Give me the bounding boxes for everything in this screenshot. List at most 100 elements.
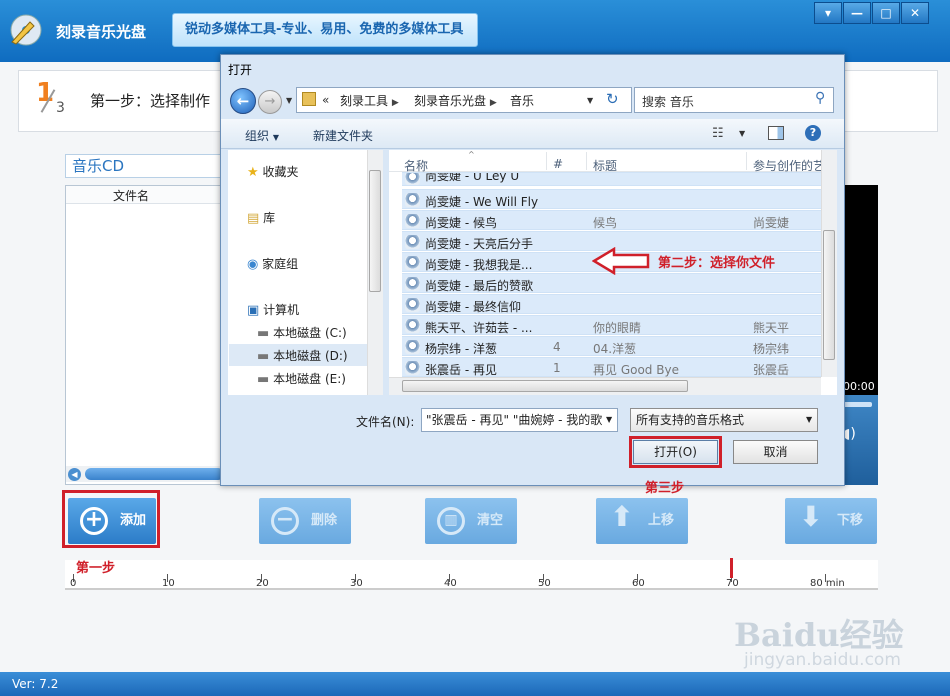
organize-menu[interactable]: 组织 ▼ (245, 127, 279, 144)
nav-item-drive-d[interactable]: ▬ 本地磁盘 (D:) (257, 347, 348, 364)
file-row[interactable]: 尚雯婕 - U Ley U (402, 172, 822, 186)
track-list[interactable] (65, 185, 225, 485)
file-row[interactable]: 尚雯婕 - We Will Fly (402, 189, 822, 209)
trash-icon: ▥ (437, 507, 465, 535)
file-name: 杨宗纬 - 洋葱 (425, 342, 497, 356)
file-name: 张震岳 - 再见 (425, 363, 497, 377)
new-folder-button[interactable]: 新建文件夹 (313, 127, 373, 144)
file-name: 尚雯婕 - We Will Fly (425, 195, 539, 209)
file-row[interactable]: 熊天平、许茹芸 - ... 你的眼睛 熊天平 (402, 315, 822, 335)
ruler-label: 10 (162, 578, 175, 589)
file-name: 尚雯婕 - U Ley U (425, 172, 520, 183)
file-name: 尚雯婕 - 候鸟 (425, 216, 497, 230)
file-list-hscroll-thumb[interactable] (402, 380, 688, 392)
computer-icon: ▣ (247, 303, 260, 318)
breadcrumb-item[interactable]: 音乐 (510, 92, 534, 109)
file-title: 你的眼睛 (593, 321, 642, 335)
file-row[interactable]: 尚雯婕 - 最终信仰 (402, 294, 822, 314)
dialog-title: 打开 (228, 63, 253, 77)
menu-dropdown-button[interactable]: ▾ (814, 2, 842, 24)
search-icon[interactable]: ⚲ (815, 90, 825, 106)
organize-label: 组织 (245, 129, 270, 143)
help-icon[interactable]: ? (805, 125, 821, 141)
audio-file-icon (405, 361, 420, 375)
arrow-down-icon: ⬇ (799, 500, 823, 533)
nav-item-drive-c[interactable]: ▬ 本地磁盘 (C:) (257, 324, 347, 341)
clear-button[interactable]: ▥ 清空 (425, 498, 517, 544)
nav-item-libraries[interactable]: ▤ 库 (247, 209, 275, 226)
chevron-right-icon[interactable]: ▶ (490, 98, 497, 108)
track-list-scroll-thumb[interactable] (85, 468, 224, 480)
column-separator[interactable] (546, 152, 547, 170)
arrow-up-icon: ⬆ (610, 500, 634, 533)
chevron-right-icon[interactable]: ▶ (392, 98, 399, 108)
nav-item-favorites[interactable]: ★ 收藏夹 (247, 163, 299, 180)
refresh-icon[interactable]: ↻ (606, 90, 619, 108)
preview-pane-icon[interactable] (768, 126, 784, 140)
audio-file-icon (405, 214, 420, 228)
cancel-button[interactable]: 取消 (733, 440, 818, 464)
file-list-scroll-thumb[interactable] (823, 230, 835, 360)
sort-ascending-icon: ^ (468, 150, 475, 159)
maximize-button[interactable]: □ (872, 2, 900, 24)
ruler-label: 20 (256, 578, 269, 589)
audio-file-icon (405, 256, 420, 270)
breadcrumb-overflow[interactable]: « (322, 93, 329, 107)
clear-button-label: 清空 (477, 513, 504, 528)
breadcrumb-item[interactable]: 刻录工具 ▶ (340, 92, 399, 109)
nav-label: 本地磁盘 (E:) (273, 372, 346, 386)
filename-dropdown-icon[interactable]: ▼ (606, 415, 612, 424)
annotation-arrow-icon (592, 247, 650, 275)
history-dropdown-icon[interactable]: ▼ (286, 96, 292, 105)
move-down-button[interactable]: ⬇ 下移 (785, 498, 877, 544)
library-icon: ▤ (247, 211, 260, 226)
nav-item-homegroup[interactable]: ◉ 家庭组 (247, 255, 298, 272)
minimize-button[interactable]: — (843, 2, 871, 24)
filename-label: 文件名(N): (356, 415, 415, 429)
scroll-left-icon[interactable]: ◀ (68, 468, 81, 481)
file-row[interactable]: 杨宗纬 - 洋葱 4 04.洋葱 杨宗纬 (402, 336, 822, 356)
step-total: 3 (56, 100, 65, 116)
nav-item-computer[interactable]: ▣ 计算机 (247, 301, 299, 318)
file-title: 04.洋葱 (593, 342, 637, 356)
close-button[interactable]: ✕ (901, 2, 929, 24)
filetype-select[interactable]: 所有支持的音乐格式 (630, 408, 818, 432)
column-separator[interactable] (746, 152, 747, 170)
file-title: 候鸟 (593, 216, 618, 230)
nav-scroll-thumb[interactable] (369, 170, 381, 292)
ruler-label: 0 (70, 578, 77, 589)
minus-icon: − (271, 507, 299, 535)
column-number[interactable]: # (553, 157, 563, 171)
filename-input[interactable]: "张震岳 - 再见" "曲婉婷 - 我的歌 (421, 408, 618, 432)
annotation-step1: 第一步 (76, 561, 116, 576)
move-up-button[interactable]: ⬆ 上移 (596, 498, 688, 544)
step-text: 第一步：选择制作 (90, 92, 211, 110)
ruler-label: 80 min (810, 578, 845, 589)
delete-button[interactable]: − 删除 (259, 498, 351, 544)
file-row[interactable]: 尚雯婕 - 候鸟 候鸟 尚雯婕 (402, 210, 822, 230)
column-filename[interactable]: 文件名 (113, 187, 149, 204)
forward-arrow-icon[interactable]: → (258, 90, 282, 114)
breadcrumb-label: 音乐 (510, 94, 535, 108)
column-separator[interactable] (586, 152, 587, 170)
view-options-icon[interactable]: ☷ (712, 126, 724, 141)
audio-file-icon (405, 173, 420, 185)
search-placeholder: 搜索 音乐 (642, 95, 694, 109)
audio-file-icon (405, 277, 420, 291)
file-row[interactable]: 尚雯婕 - 最后的赞歌 (402, 273, 822, 293)
file-row[interactable]: 张震岳 - 再见 1 再见 Good Bye 张震岳 (402, 357, 822, 377)
audio-file-icon (405, 235, 420, 249)
drive-icon: ▬ (257, 372, 270, 387)
annotation-step3: 第三步 (645, 481, 685, 496)
breadcrumb-item[interactable]: 刻录音乐光盘 ▶ (414, 92, 497, 109)
view-dropdown-icon[interactable]: ▼ (739, 129, 745, 138)
filetype-dropdown-icon[interactable]: ▼ (806, 415, 812, 424)
nav-label: 计算机 (263, 303, 300, 317)
address-dropdown-icon[interactable]: ▼ (587, 96, 593, 105)
nav-item-drive-e[interactable]: ▬ 本地磁盘 (E:) (257, 370, 346, 387)
ruler-label: 70 (726, 578, 739, 589)
move-up-button-label: 上移 (648, 513, 675, 528)
disc-label-field[interactable]: 音乐CD (65, 154, 225, 178)
homegroup-icon: ◉ (247, 257, 259, 272)
back-arrow-icon[interactable]: ← (230, 88, 256, 114)
